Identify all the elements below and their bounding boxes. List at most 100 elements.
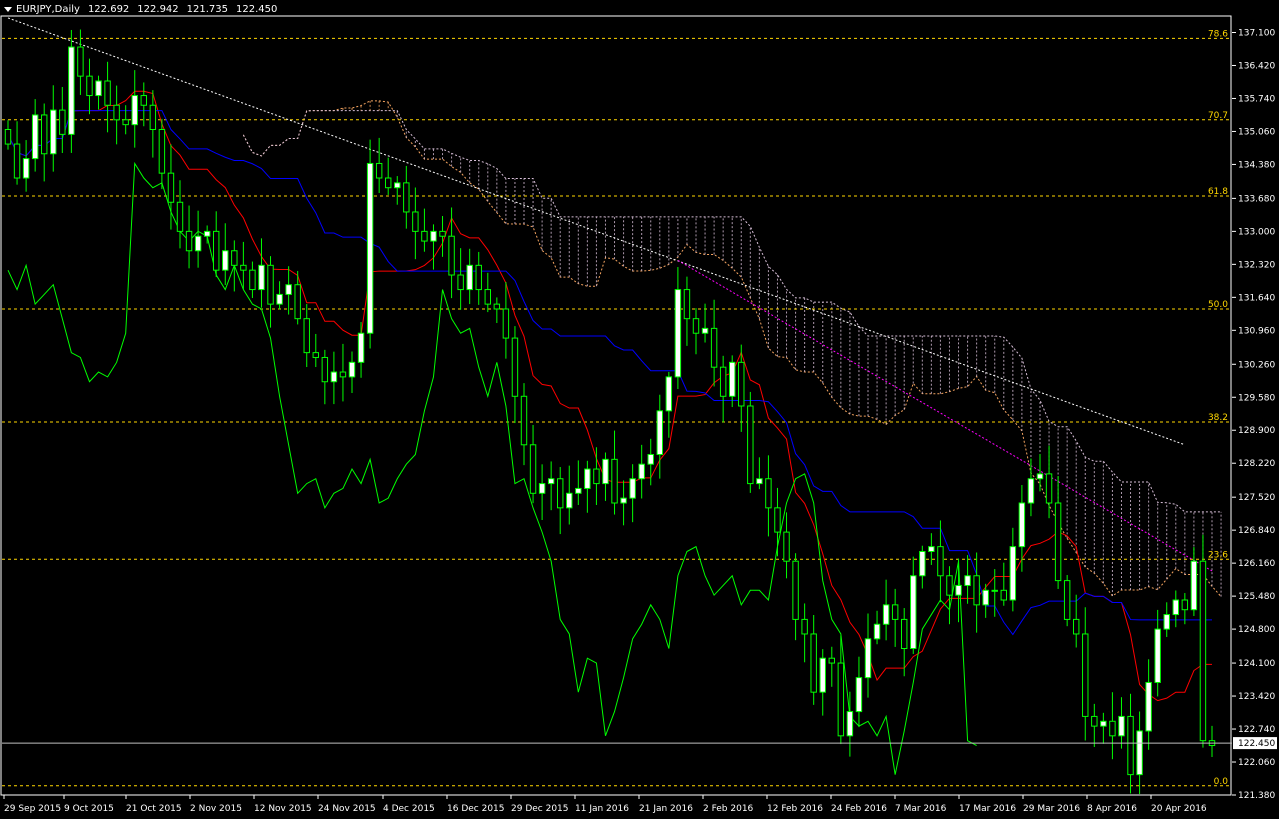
date-tick-label: 4 Dec 2015 (383, 804, 435, 814)
candle-body (1072, 618, 1080, 635)
price-tick-label: 124.100 (1238, 659, 1275, 669)
candle-body (593, 468, 600, 485)
date-tick-label: 24 Feb 2016 (831, 804, 887, 814)
candle-body (801, 618, 808, 635)
price-tick-label: 123.420 (1238, 692, 1275, 702)
candle-body (900, 618, 908, 650)
candle-body (330, 371, 338, 383)
candle-body (149, 104, 157, 131)
candle-body (611, 458, 618, 504)
price-tick-label: 137.100 (1238, 28, 1275, 38)
date-tick-label: 29 Sep 2015 (4, 804, 61, 814)
candle-body (1118, 715, 1125, 737)
candle-body (991, 589, 998, 592)
price-tick-label: 125.480 (1238, 592, 1275, 602)
candle-body (68, 46, 75, 135)
candle-body (231, 250, 238, 266)
candle-body (421, 230, 428, 242)
candle-body (131, 95, 138, 126)
candle-body (937, 546, 944, 577)
candle-body (466, 264, 473, 291)
candle-body (294, 284, 301, 320)
candle-body (1172, 599, 1180, 616)
candle-body (665, 376, 673, 412)
date-tick-label: 29 Dec 2015 (511, 804, 569, 814)
fibo-label: 0.0 (1214, 777, 1229, 787)
dropdown-arrow-icon[interactable] (4, 7, 12, 12)
candle-body (919, 551, 926, 577)
candle-body (185, 230, 193, 252)
candle-body (222, 250, 229, 271)
candle-body (529, 444, 537, 494)
candle-body (430, 230, 437, 242)
candle-body (837, 662, 845, 737)
price-tick-label: 135.740 (1238, 94, 1275, 104)
price-tick-label: 133.680 (1238, 194, 1275, 204)
candle-body (457, 274, 464, 291)
current-price-label: 122.450 (1238, 739, 1275, 749)
candle-body (1091, 715, 1098, 727)
candle-body (339, 371, 347, 378)
candle-body (357, 332, 365, 363)
candle-body (620, 497, 627, 504)
date-tick-label: 29 Mar 2016 (1023, 804, 1080, 814)
candle-body (819, 657, 826, 693)
candle-body (412, 211, 419, 232)
date-tick-label: 2 Nov 2015 (190, 804, 242, 814)
price-tick-label: 134.380 (1238, 160, 1275, 170)
chart-header: EURJPY,Daily 122.692 122.942 121.735 122.450 (4, 4, 277, 18)
date-tick-label: 7 Mar 2016 (895, 804, 947, 814)
close-value: 122.450 (236, 4, 278, 15)
candle-body (647, 453, 654, 465)
open-value: 122.692 (87, 4, 130, 15)
candle-body (1063, 580, 1071, 620)
candle-body (104, 80, 111, 106)
price-tick-label: 126.840 (1238, 526, 1275, 536)
price-tick-label: 121.380 (1238, 791, 1275, 801)
candle-body (1036, 473, 1044, 480)
date-tick-label: 11 Jan 2016 (575, 804, 629, 814)
price-tick-label: 130.260 (1238, 360, 1275, 370)
candle-body (1163, 614, 1170, 630)
candle-body (792, 560, 799, 620)
candle-body (303, 318, 310, 354)
candle-body (212, 230, 220, 271)
candle-body (692, 318, 700, 334)
candle-body (946, 575, 953, 596)
candle-body (86, 75, 93, 97)
candle-body (176, 201, 184, 232)
candle-body (267, 264, 274, 305)
candle-body (1054, 502, 1062, 582)
candle-body (394, 182, 401, 189)
candle-body (855, 677, 863, 713)
candle-body (774, 507, 781, 533)
price-tick-label: 136.420 (1238, 61, 1275, 71)
candle-body (475, 264, 482, 291)
candle-body (810, 633, 817, 693)
date-tick-label: 9 Oct 2015 (64, 804, 114, 814)
candle-body (95, 80, 102, 97)
candle-body (928, 546, 935, 553)
date-tick-label: 8 Apr 2016 (1087, 804, 1137, 814)
price-tick-label: 131.640 (1238, 293, 1275, 303)
candle-body (366, 162, 374, 334)
candle-body (1199, 560, 1207, 742)
date-tick-label: 12 Feb 2016 (767, 804, 823, 814)
candle-body (1190, 560, 1198, 611)
date-tick-label: 2 Feb 2016 (703, 804, 754, 814)
candle-body (1100, 720, 1107, 727)
fibo-label: 38.2 (1208, 413, 1228, 423)
candle-body (547, 478, 555, 485)
candle-body (756, 478, 763, 485)
high-value: 122.942 (137, 4, 179, 15)
date-tick-label: 21 Oct 2015 (126, 804, 182, 814)
candle-body (629, 478, 636, 499)
candle-body (765, 478, 772, 509)
price-chart[interactable]: 78.6 70.7 61.8 50.0 38.2 23.6 0.0 137.100 136.4… (0, 0, 1279, 819)
candle-body (1009, 546, 1017, 601)
candle-body (783, 531, 790, 562)
candle-body (566, 492, 573, 509)
candle-body (1018, 502, 1026, 548)
candle-body (683, 289, 691, 320)
candle-body (502, 308, 510, 339)
